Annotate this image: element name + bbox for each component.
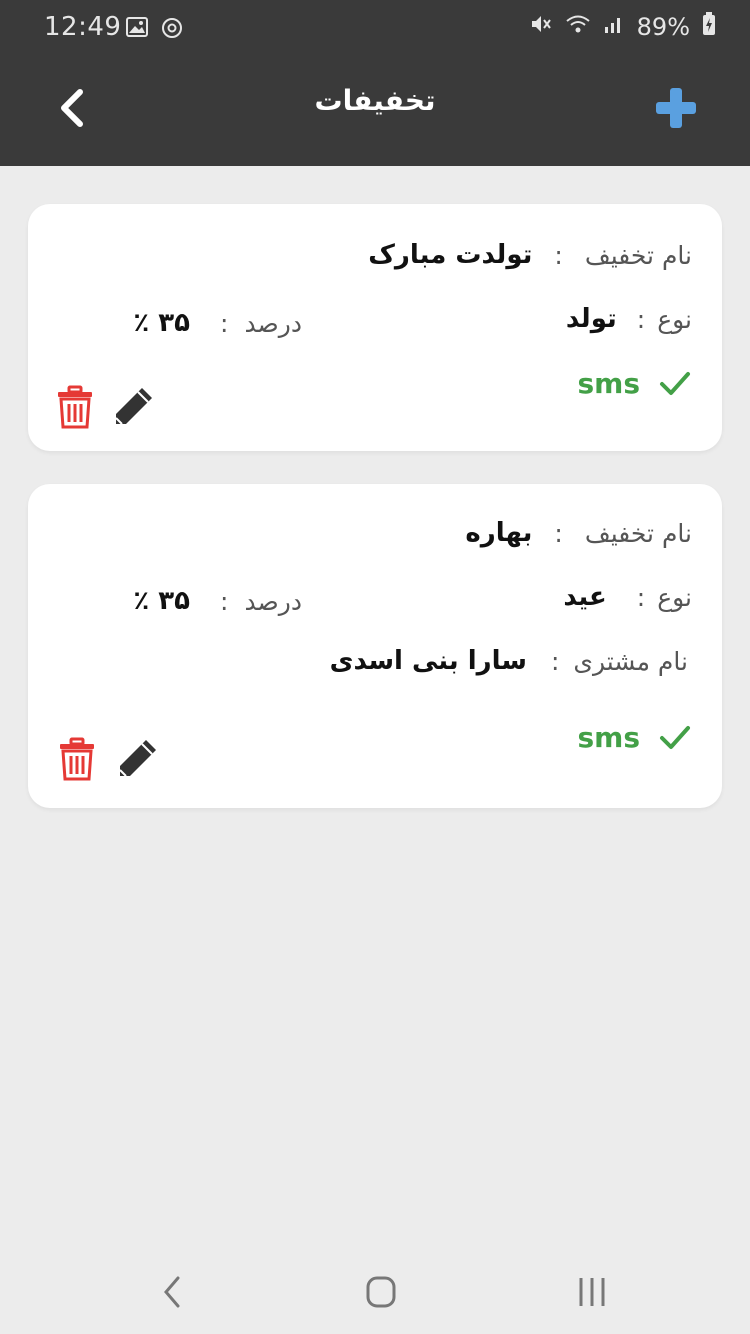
- discount-card: نام تخفیف : بهاره نوع : عید درصد : ۳۵ ٪ …: [28, 484, 722, 808]
- colon: :: [554, 240, 563, 270]
- discount-name-label: نام تخفیف: [584, 518, 692, 548]
- sync-icon: [160, 16, 184, 44]
- add-discount-button[interactable]: [654, 86, 698, 130]
- page-title: تخفیفات: [314, 84, 436, 117]
- battery-icon: [702, 12, 716, 42]
- home-nav-button[interactable]: [359, 1270, 403, 1314]
- edit-button[interactable]: [110, 384, 156, 430]
- colon: :: [550, 646, 560, 676]
- sms-label: sms: [577, 366, 640, 400]
- battery-text: 89%: [636, 13, 690, 41]
- discount-name-value: بهاره: [465, 518, 533, 548]
- delete-button[interactable]: [54, 736, 100, 782]
- percent-value: ۳۵ ٪: [133, 586, 190, 616]
- check-icon: [660, 726, 690, 749]
- sms-status: sms: [577, 720, 692, 754]
- colon: :: [554, 518, 563, 548]
- sms-status: sms: [577, 366, 692, 400]
- type-value: عید: [563, 582, 607, 612]
- type-value: تولد: [565, 304, 617, 334]
- percent-label: درصد: [244, 308, 302, 338]
- type-label: نوع: [657, 582, 692, 612]
- app-bar: تخفیفات: [0, 58, 750, 166]
- percent-row: درصد : ۳۵ ٪: [133, 308, 302, 338]
- trash-icon: [60, 737, 94, 781]
- type-row: نوع : عید: [563, 582, 692, 612]
- colon: :: [220, 308, 229, 338]
- type-label: نوع: [657, 304, 692, 334]
- discount-name-row: نام تخفیف : بهاره: [465, 518, 692, 548]
- back-nav-icon: [164, 1276, 180, 1308]
- back-nav-button[interactable]: [150, 1270, 194, 1314]
- colon: :: [636, 582, 646, 612]
- delete-button[interactable]: [52, 384, 98, 430]
- home-nav-icon: [366, 1276, 396, 1308]
- customer-name-value: سارا بنی اسدی: [329, 646, 527, 676]
- image-icon: [126, 16, 148, 44]
- colon: :: [636, 304, 646, 334]
- percent-label: درصد: [244, 586, 302, 616]
- colon: :: [220, 586, 229, 616]
- status-right: 89%: [529, 12, 716, 42]
- status-time: 12:49: [44, 12, 122, 42]
- pencil-icon: [119, 740, 156, 777]
- percent-row: درصد : ۳۵ ٪: [133, 586, 302, 616]
- status-bar: 12:49 89%: [0, 0, 750, 58]
- type-row: نوع : تولد: [566, 304, 692, 334]
- check-icon: [660, 372, 690, 395]
- recents-nav-icon: [579, 1278, 605, 1306]
- discount-name-row: نام تخفیف : تولدت مبارک: [368, 240, 692, 270]
- sms-label: sms: [577, 720, 640, 754]
- plus-icon: [656, 88, 696, 128]
- customer-name-label: نام مشتری: [573, 646, 688, 676]
- mute-icon: [529, 12, 553, 42]
- discount-name-label: نام تخفیف: [584, 240, 692, 270]
- signal-icon: [603, 13, 625, 41]
- wifi-icon: [565, 13, 591, 41]
- trash-icon: [58, 385, 92, 429]
- pencil-icon: [115, 388, 152, 425]
- discount-name-value: تولدت مبارک: [368, 240, 533, 270]
- edit-button[interactable]: [114, 736, 160, 782]
- status-left-icons: [126, 16, 184, 44]
- discount-card: نام تخفیف : تولدت مبارک نوع : تولد درصد …: [28, 204, 722, 451]
- customer-row: نام مشتری : سارا بنی اسدی: [330, 646, 688, 676]
- recents-nav-button[interactable]: [570, 1270, 614, 1314]
- percent-value: ۳۵ ٪: [133, 308, 190, 338]
- system-nav-bar: [0, 1248, 750, 1334]
